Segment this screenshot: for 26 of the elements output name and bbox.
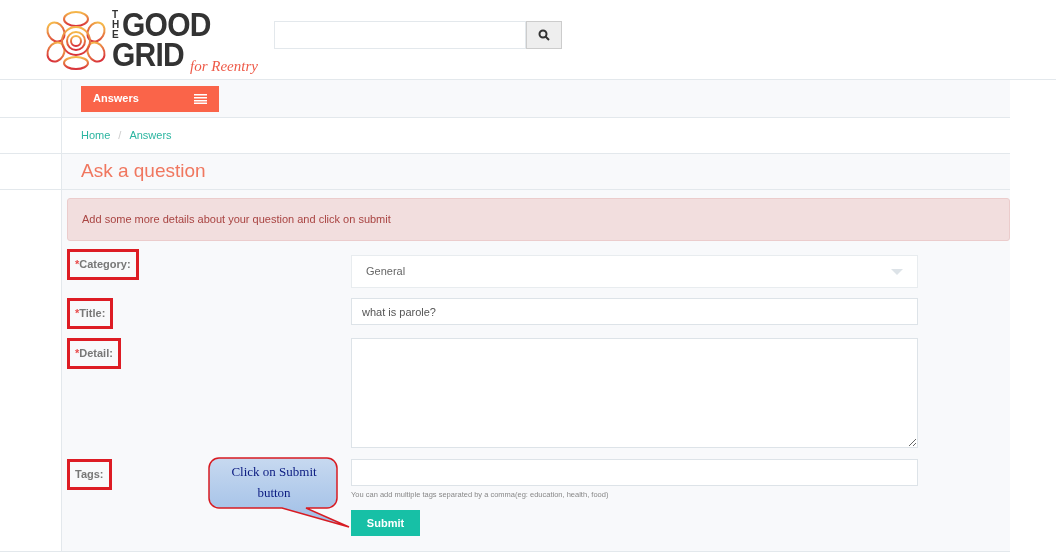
field-label: *Detail: xyxy=(67,338,121,369)
search-icon xyxy=(537,28,550,41)
callout-text: Click on Submit button xyxy=(230,463,318,502)
search-field[interactable] xyxy=(273,20,526,49)
search-button[interactable] xyxy=(525,20,562,49)
menu-button[interactable]: Answers xyxy=(81,85,219,112)
breadcrumb-separator: / xyxy=(118,128,122,144)
logo-text: GOOD xyxy=(122,8,211,41)
dropdown-caret-icon xyxy=(891,268,903,275)
page-title: Ask a question xyxy=(81,159,206,184)
breadcrumb-link[interactable]: Answers xyxy=(129,127,172,144)
submit-button[interactable]: Submit xyxy=(351,510,420,536)
logo-text: GRID xyxy=(112,38,184,71)
menu-icon xyxy=(194,93,207,104)
field-label: *Category: xyxy=(67,249,139,280)
alert-message: Add some more details about your question and click on submit xyxy=(82,212,391,228)
field-label: Tags: xyxy=(67,459,112,490)
flower-icon xyxy=(44,9,108,70)
logo-text: THE xyxy=(112,9,121,40)
tags-field[interactable] xyxy=(351,459,918,486)
breadcrumb-link[interactable]: Home xyxy=(81,127,111,144)
category-select[interactable]: General xyxy=(351,255,918,288)
title-field[interactable]: what is parole? xyxy=(351,298,918,325)
detail-field[interactable] xyxy=(351,338,918,448)
field-label: *Title: xyxy=(67,298,114,329)
logo-tagline: for Reentry xyxy=(190,58,258,74)
